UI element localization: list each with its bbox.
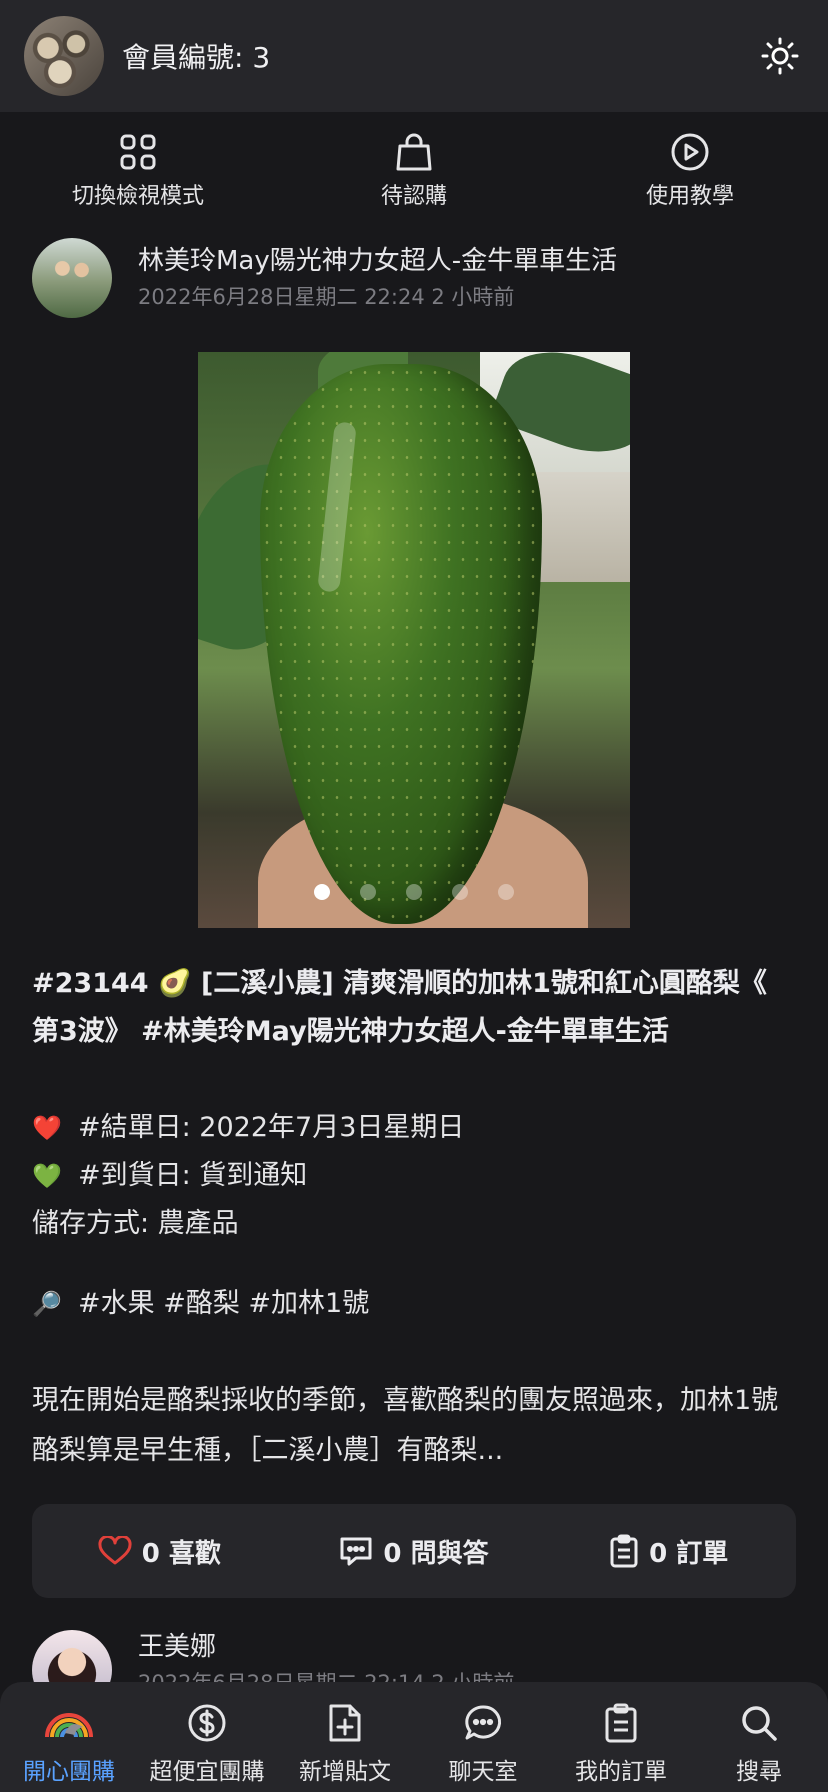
qa-count: 0 問與答 [383, 1538, 489, 1569]
like-count: 0 喜歡 [141, 1538, 221, 1569]
carousel-dot[interactable] [360, 884, 376, 900]
shopping-bag-icon [396, 133, 432, 171]
nav-my-orders[interactable]: 我的訂單 [552, 1686, 690, 1792]
magnifier-emoji: 🔎 [32, 1290, 62, 1318]
nav-label: 開心團購 [23, 1759, 115, 1785]
chat-bubble-icon [465, 1705, 502, 1740]
heart-icon [98, 1536, 132, 1565]
nav-label: 新增貼文 [299, 1759, 391, 1785]
tutorial-button[interactable]: 使用教學 [552, 124, 828, 214]
grid-icon [120, 134, 156, 170]
post-photo-carousel[interactable] [198, 352, 630, 928]
nav-super-cheap[interactable]: 超便宜團購 [138, 1686, 276, 1792]
switch-view-label: 切換檢視模式 [71, 184, 204, 209]
qa-button[interactable]: 0 問與答 [287, 1533, 542, 1570]
nav-new-post[interactable]: 新增貼文 [276, 1686, 414, 1792]
comment-icon [340, 1537, 372, 1566]
clipboard-icon [605, 1703, 637, 1743]
play-circle-icon [671, 133, 709, 171]
post-details: ❤️ #結單日: 2022年7月3日星期日 💚 #到貨日: 貨到通知 儲存方式:… [32, 1104, 792, 1248]
new-document-icon [329, 1704, 361, 1742]
carousel-dots [198, 884, 630, 900]
post-timestamp: 2022年6月28日星期二 22:24 2 小時前 [138, 285, 515, 309]
post-body[interactable]: 現在開始是酪梨採收的季節，喜歡酪梨的團友照過來，加林1號酪梨算是早生種，［二溪小… [32, 1376, 792, 1476]
app-header: 會員編號: 3 [0, 0, 828, 112]
nav-search[interactable]: 搜尋 [690, 1686, 828, 1792]
post-author[interactable]: 林美玲May陽光神力女超人-金牛單車生活 2022年6月28日星期二 22:24… [32, 238, 617, 318]
view-toolbar: 切換檢視模式 待認購 使用教學 [0, 124, 828, 214]
carousel-dot[interactable] [452, 884, 468, 900]
heart-emoji: ❤️ [32, 1114, 62, 1142]
carousel-dot[interactable] [314, 884, 330, 900]
rainbow-logo-icon [45, 1713, 93, 1738]
order-count: 0 訂單 [649, 1538, 729, 1569]
avocado-emoji: 🥑 [157, 968, 192, 999]
member-avatar[interactable] [24, 16, 104, 96]
tags-text[interactable]: #水果 #酪梨 #加林1號 [78, 1280, 369, 1328]
nav-happy-group-buy[interactable]: 開心團購 [0, 1686, 138, 1792]
like-button[interactable]: 0 喜歡 [32, 1533, 287, 1570]
theme-toggle-button[interactable] [756, 32, 804, 80]
post-action-bar: 0 喜歡 0 問與答 0 訂單 [32, 1504, 796, 1598]
dollar-circle-icon [188, 1704, 226, 1742]
green-heart-emoji: 💚 [32, 1162, 62, 1190]
next-author-name[interactable]: 王美娜 [138, 1630, 514, 1664]
nav-label: 搜尋 [736, 1759, 782, 1785]
nav-label: 我的訂單 [575, 1759, 667, 1785]
close-date: #結單日: 2022年7月3日星期日 [78, 1112, 465, 1143]
nav-chat-room[interactable]: 聊天室 [414, 1686, 552, 1792]
carousel-dot[interactable] [406, 884, 422, 900]
switch-view-button[interactable]: 切換檢視模式 [0, 124, 276, 214]
search-icon [742, 1706, 777, 1741]
tutorial-label: 使用教學 [645, 184, 734, 209]
post-tags: 🔎 #水果 #酪梨 #加林1號 [32, 1280, 792, 1328]
post-title: #23144 🥑 [二溪小農] 清爽滑順的加林1號和紅心圓酪梨《 第3波》 #林… [32, 960, 792, 1056]
carousel-dot[interactable] [498, 884, 514, 900]
member-number: 會員編號: 3 [122, 41, 271, 74]
arrival-date: #到貨日: 貨到通知 [78, 1160, 308, 1191]
author-name[interactable]: 林美玲May陽光神力女超人-金牛單車生活 [138, 244, 617, 278]
pending-purchase-label: 待認購 [380, 184, 447, 209]
bottom-navigation: 開心團購 超便宜團購 新增貼文 聊天室 我的訂單 搜尋 [0, 1682, 828, 1792]
post-id: #23144 [32, 968, 149, 999]
sun-icon [761, 37, 799, 75]
storage-method: 儲存方式: 農產品 [32, 1208, 239, 1239]
clipboard-icon [610, 1534, 638, 1568]
nav-label: 聊天室 [448, 1759, 518, 1785]
author-avatar[interactable] [32, 238, 112, 318]
orders-button[interactable]: 0 訂單 [541, 1533, 796, 1570]
nav-label: 超便宜團購 [149, 1759, 265, 1785]
pending-purchase-button[interactable]: 待認購 [276, 124, 552, 214]
